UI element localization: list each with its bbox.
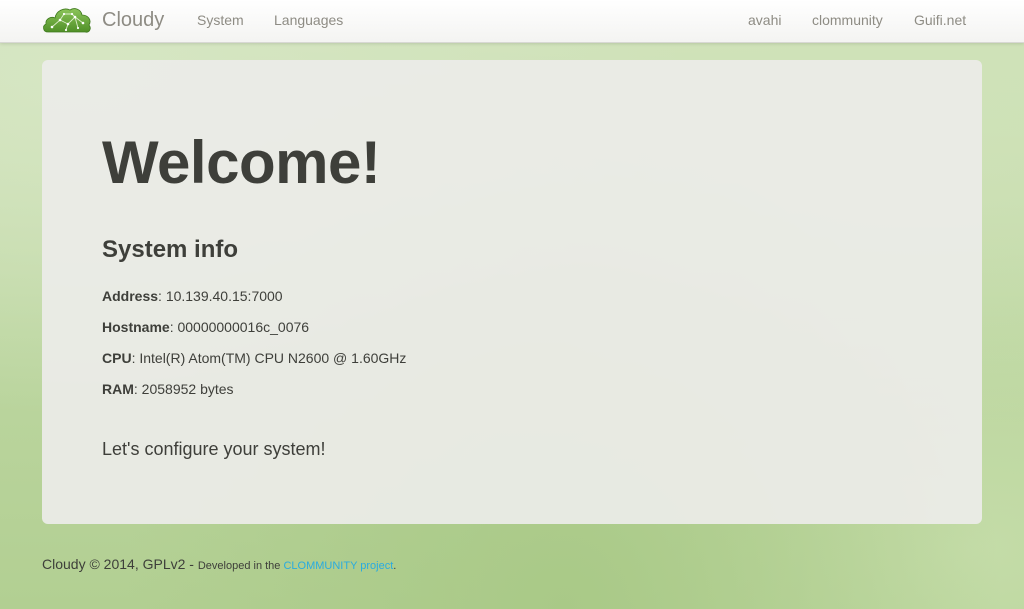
footer-developed-in: Developed in the CLOMMUNITY project.: [198, 560, 397, 572]
clommunity-project-link[interactable]: CLOMMUNITY project: [283, 560, 393, 572]
info-value: Intel(R) Atom(TM) CPU N2600 @ 1.60GHz: [139, 350, 407, 366]
page-footer: Cloudy © 2014, GPLv2 - Developed in the …: [42, 556, 396, 572]
page-title: Welcome!: [102, 129, 381, 196]
footer-copyright: Cloudy © 2014, GPLv2 -: [42, 556, 198, 572]
brand-name: Cloudy: [102, 8, 165, 31]
nav-link-languages[interactable]: Languages: [274, 12, 343, 28]
footer-period: .: [393, 560, 397, 572]
info-label: Address: [102, 288, 159, 304]
nav-link-clommunity[interactable]: clommunity: [812, 12, 883, 28]
info-row-address: Address: 10.139.40.15:7000: [102, 288, 283, 304]
nav-link-guifi[interactable]: Guifi.net: [914, 12, 966, 28]
info-separator: :: [158, 288, 166, 304]
system-info-heading: System info: [102, 236, 239, 263]
welcome-panel: Welcome! System info Address: 10.139.40.…: [42, 60, 982, 524]
info-value: 2058952 bytes: [141, 381, 234, 397]
info-separator: :: [133, 381, 142, 397]
info-label: RAM: [102, 381, 134, 397]
footer-small-text: Developed in the: [197, 560, 284, 572]
configure-prompt: Let's configure your system!: [102, 439, 326, 459]
info-row-cpu: CPU: Intel(R) Atom(TM) CPU N2600 @ 1.60G…: [102, 350, 406, 366]
nav-link-system[interactable]: System: [197, 12, 244, 28]
info-label: CPU: [102, 350, 132, 366]
nav-link-avahi[interactable]: avahi: [748, 12, 781, 28]
info-value: 10.139.40.15:7000: [165, 288, 283, 304]
info-label: Hostname: [102, 319, 170, 335]
brand-link[interactable]: Cloudy: [42, 4, 164, 36]
cloud-network-icon: [43, 8, 91, 33]
info-row-ram: RAM: 2058952 bytes: [102, 381, 234, 397]
info-row-hostname: Hostname: 00000000016c_0076: [102, 319, 309, 335]
top-navbar: Cloudy System Languages avahi clommunity…: [0, 0, 1024, 43]
info-value: 00000000016c_0076: [177, 319, 310, 335]
